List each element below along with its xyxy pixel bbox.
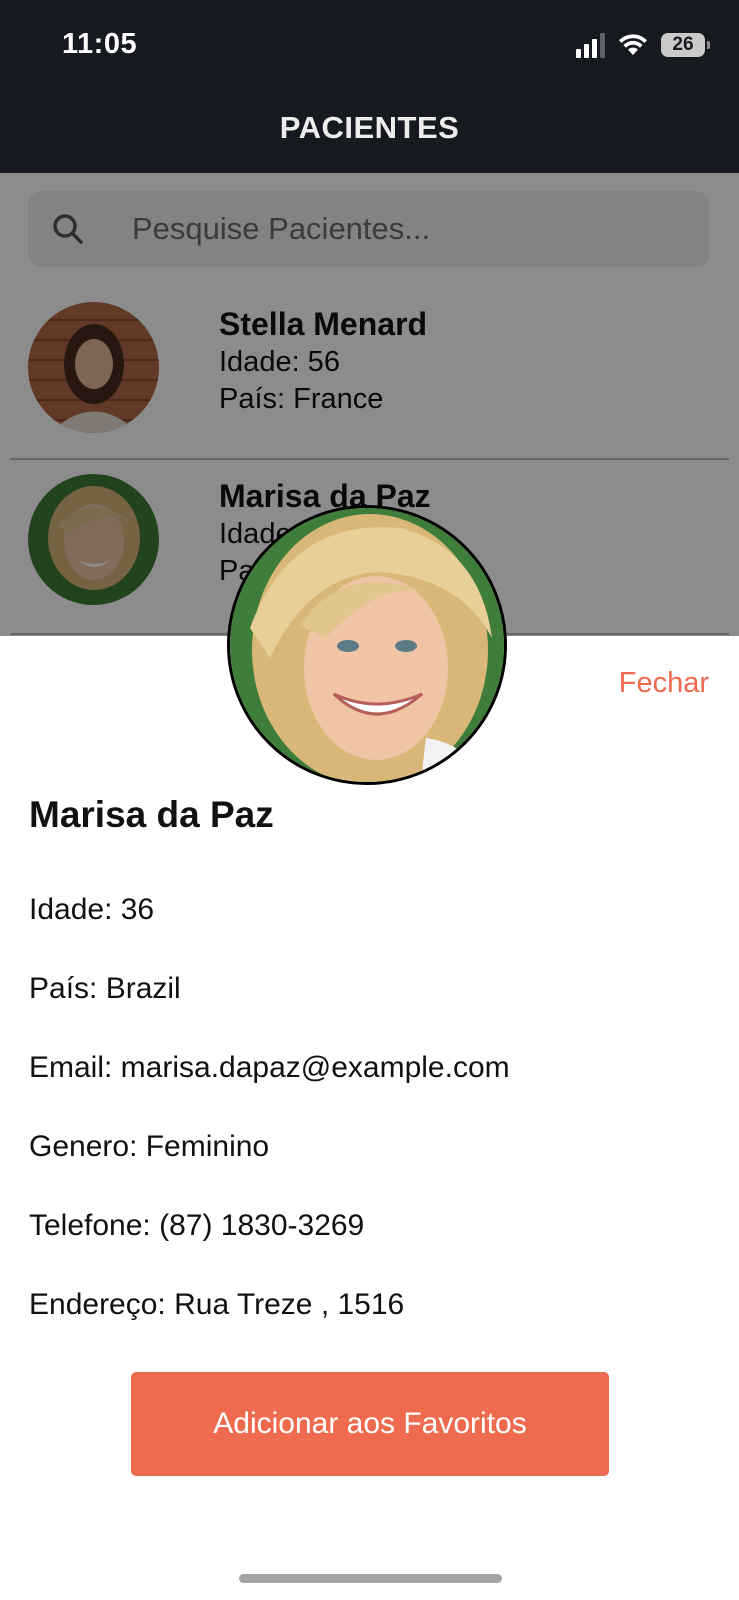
detail-email: Email: marisa.dapaz@example.com	[29, 1051, 510, 1084]
battery-level: 26	[672, 34, 694, 55]
status-bar: 11:05 26	[0, 0, 739, 95]
add-to-favorites-button[interactable]: Adicionar aos Favoritos	[131, 1372, 609, 1476]
wifi-icon	[619, 34, 647, 55]
home-indicator	[239, 1574, 502, 1583]
detail-gender: Genero: Feminino	[29, 1130, 270, 1163]
signal-icon	[576, 32, 605, 58]
close-button[interactable]: Fechar	[619, 667, 709, 700]
detail-avatar	[227, 505, 507, 785]
detail-address: Endereço: Rua Treze , 1516	[29, 1288, 405, 1321]
status-time: 11:05	[62, 28, 138, 60]
status-icons: 26	[576, 30, 710, 60]
detail-phone: Telefone: (87) 1830-3269	[29, 1209, 365, 1242]
detail-age: Idade: 36	[29, 893, 155, 926]
battery-icon: 26	[661, 33, 710, 57]
nav-bar: PACIENTES	[0, 95, 739, 173]
detail-country: País: Brazil	[29, 972, 181, 1005]
detail-name: Marisa da Paz	[29, 794, 274, 835]
page-title: PACIENTES	[279, 110, 460, 145]
